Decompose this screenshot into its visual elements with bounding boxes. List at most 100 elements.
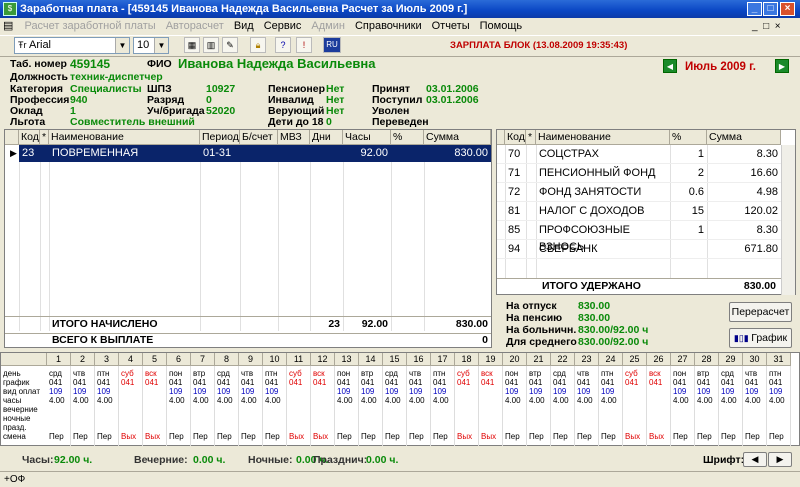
column-header[interactable]: МВЗ (278, 130, 310, 145)
menu-item[interactable]: Справочники (350, 18, 427, 35)
calendar-day-header[interactable]: 6 (167, 353, 191, 366)
font-name-combo[interactable]: Ŧr Arial ▼ (14, 37, 130, 54)
prev-month-icon[interactable]: ◀ (663, 59, 677, 73)
calendar-day-column[interactable]: суб 041 Вых (287, 366, 311, 446)
font-size-combo[interactable]: 10 ▼ (133, 37, 169, 54)
table-row[interactable]: 81 НАЛОГ С ДОХОДОВ 15 120.02 (497, 202, 781, 221)
calendar-day-header[interactable]: 27 (671, 353, 695, 366)
help-icon[interactable]: ? (275, 37, 291, 53)
calendar-day-column[interactable]: вск 041 Вых (311, 366, 335, 446)
calendar-day-header[interactable]: 24 (599, 353, 623, 366)
calendar-day-header[interactable]: 22 (551, 353, 575, 366)
lock-icon[interactable]: 🔒︎ (250, 37, 266, 53)
calendar-day-header[interactable]: 18 (455, 353, 479, 366)
mdi-controls[interactable]: _ □ × (752, 18, 781, 35)
column-header[interactable]: * (40, 130, 49, 145)
table-row[interactable]: 70 СОЦСТРАХ 1 8.30 (497, 145, 781, 164)
calendar-day-header[interactable]: 3 (95, 353, 119, 366)
calendar-day-column[interactable]: вск 041 Вых (143, 366, 167, 446)
column-header[interactable]: Часы (343, 130, 391, 145)
calendar-day-header[interactable]: 1 (47, 353, 71, 366)
calendar-day-column[interactable]: птн 041 109 4.00 Пер (767, 366, 791, 446)
calendar-day-column[interactable]: втр 041 109 4.00 Пер (527, 366, 551, 446)
font-smaller-icon[interactable]: ◀ (743, 452, 767, 467)
calendar-day-header[interactable]: 10 (263, 353, 287, 366)
calendar-day-header[interactable]: 20 (503, 353, 527, 366)
calendar-day-column[interactable]: вск 041 Вых (479, 366, 503, 446)
calendar-day-column[interactable]: чтв 041 109 4.00 Пер (239, 366, 263, 446)
calendar-day-column[interactable]: птн 041 109 4.00 Пер (95, 366, 119, 446)
chevron-down-icon[interactable]: ▼ (154, 38, 168, 53)
calendar-day-column[interactable]: срд 041 109 4.00 Пер (719, 366, 743, 446)
table-row[interactable]: 71 ПЕНСИОННЫЙ ФОНД 2 16.60 (497, 164, 781, 183)
menu-item[interactable]: Расчет заработной платы (19, 18, 160, 35)
lang-badge[interactable]: RU (323, 37, 341, 53)
calendar-day-header[interactable]: 8 (215, 353, 239, 366)
calendar-day-column[interactable]: суб 041 Вых (623, 366, 647, 446)
calendar-day-column[interactable]: вск 041 Вых (647, 366, 671, 446)
table-row[interactable]: 94 СБЕРБАНК 671.80 (497, 240, 781, 259)
calendar-day-column[interactable]: суб 041 Вых (119, 366, 143, 446)
calendar-day-header[interactable]: 31 (767, 353, 791, 366)
calendar-day-column[interactable]: чтв 041 109 4.00 Пер (71, 366, 95, 446)
menu-item[interactable]: Отчеты (427, 18, 475, 35)
calendar-day-header[interactable]: 12 (311, 353, 335, 366)
calendar-day-column[interactable]: пон 041 109 4.00 Пер (335, 366, 359, 446)
calendar-day-header[interactable]: 23 (575, 353, 599, 366)
column-header[interactable]: Код (505, 130, 526, 145)
calculator-icon[interactable]: ▦ (184, 37, 200, 53)
deductions-scrollbar[interactable] (781, 145, 795, 295)
close-icon[interactable]: × (780, 2, 795, 16)
column-header[interactable]: % (391, 130, 424, 145)
calendar-day-header[interactable]: 9 (239, 353, 263, 366)
column-header[interactable]: Сумма (424, 130, 491, 145)
calendar-day-column[interactable]: срд 041 109 4.00 Пер (551, 366, 575, 446)
calendar-day-header[interactable]: 21 (527, 353, 551, 366)
deductions-grid[interactable]: Код * Наименование% Сумма 70 СОЦСТРАХ 1 8.30 71… (496, 129, 796, 295)
calendar-day-column[interactable]: чтв 041 109 4.00 Пер (575, 366, 599, 446)
chevron-down-icon[interactable]: ▼ (115, 38, 129, 53)
database-icon[interactable]: ▥ (203, 37, 219, 53)
maximize-icon[interactable]: □ (763, 2, 778, 16)
calendar-grid[interactable]: день график вид оплат часы вечерние ночные пра… (0, 352, 800, 446)
calendar-day-column[interactable]: чтв 041 109 4.00 Пер (407, 366, 431, 446)
menu-item[interactable]: Вид (229, 18, 259, 35)
column-header[interactable]: Наименование (49, 130, 200, 145)
table-row[interactable]: ▶ 23 ПОВРЕМЕННАЯ СОВМЕСТ. 01-31 92.00 830.00 (5, 145, 491, 176)
app-icon[interactable]: $ (3, 2, 17, 16)
calendar-day-column[interactable]: птн 041 109 4.00 Пер (263, 366, 287, 446)
calendar-day-column[interactable]: суб 041 Вых (455, 366, 479, 446)
calendar-day-header[interactable]: 4 (119, 353, 143, 366)
calendar-day-column[interactable]: срд 041 109 4.00 Пер (383, 366, 407, 446)
table-row[interactable]: 72 ФОНД ЗАНЯТОСТИ 0.6 4.98 (497, 183, 781, 202)
calendar-day-header[interactable]: 25 (623, 353, 647, 366)
calendar-day-column[interactable]: срд 041 109 4.00 Пер (215, 366, 239, 446)
calendar-day-header[interactable]: 28 (695, 353, 719, 366)
calendar-day-column[interactable]: втр 041 109 4.00 Пер (359, 366, 383, 446)
recalc-button[interactable]: Перерасчет (729, 302, 792, 322)
column-header[interactable]: * (526, 130, 536, 145)
accruals-grid[interactable]: Код * Наименование Период Б/счет МВЗ Дни Часы% С… (4, 129, 492, 348)
calendar-day-column[interactable]: втр 041 109 4.00 Пер (191, 366, 215, 446)
calendar-day-header[interactable]: 19 (479, 353, 503, 366)
graph-button[interactable]: ▮▯▮ График (729, 328, 792, 348)
column-header[interactable]: Код (19, 130, 40, 145)
calendar-day-header[interactable]: 2 (71, 353, 95, 366)
column-header[interactable]: Период (200, 130, 240, 145)
calendar-day-header[interactable]: 14 (359, 353, 383, 366)
menu-item[interactable]: Авторасчет (161, 18, 229, 35)
calendar-day-header[interactable]: 16 (407, 353, 431, 366)
calendar-day-header[interactable]: 7 (191, 353, 215, 366)
menu-item[interactable]: Админ (306, 18, 350, 35)
calendar-day-column[interactable]: пон 041 109 4.00 Пер (167, 366, 191, 446)
calendar-day-column[interactable]: пон 041 109 4.00 Пер (671, 366, 695, 446)
minimize-icon[interactable]: _ (747, 2, 762, 16)
font-larger-icon[interactable]: ▶ (768, 452, 792, 467)
column-header[interactable]: Наименование (536, 130, 670, 145)
calendar-day-header[interactable]: 17 (431, 353, 455, 366)
column-header[interactable]: % (670, 130, 707, 145)
info-icon[interactable]: ! (296, 37, 312, 53)
calendar-day-header[interactable]: 30 (743, 353, 767, 366)
next-month-icon[interactable]: ▶ (775, 59, 789, 73)
mdi-doc-icon[interactable]: ▤ (0, 18, 16, 35)
